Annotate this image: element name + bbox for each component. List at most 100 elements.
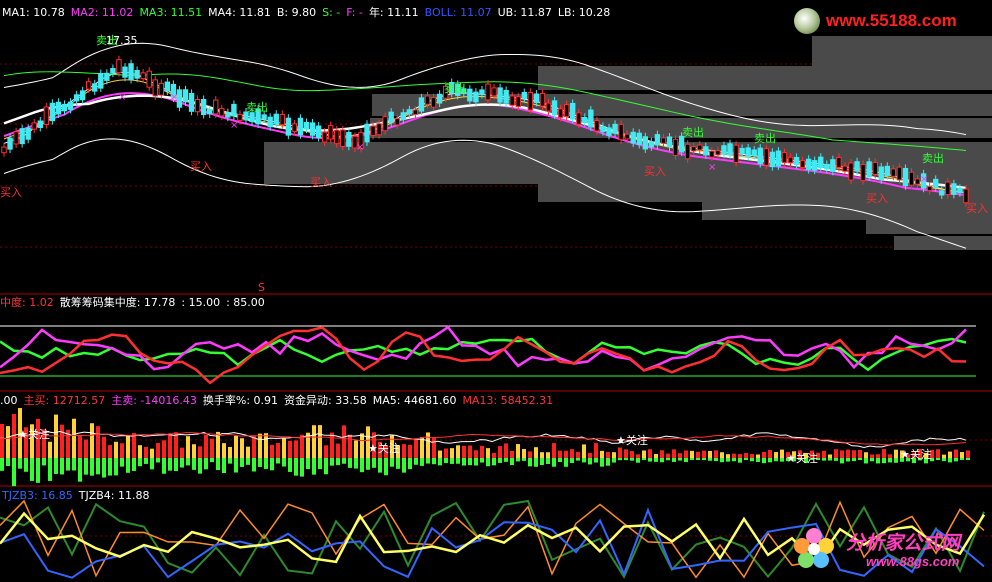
main-sell-bar [186, 458, 190, 466]
main-buy-bar [780, 449, 784, 458]
main-sell-bar [282, 458, 286, 467]
main-buy-bar [768, 450, 772, 458]
candle-body [110, 68, 116, 74]
main-buy-bar [606, 451, 610, 458]
main-sell-bar [582, 458, 586, 463]
candle-body [933, 178, 939, 188]
candle-body [812, 160, 818, 171]
buy-signal-label: 买入 [0, 186, 22, 199]
main-sell-bar [546, 458, 550, 465]
candle-body [793, 156, 800, 166]
main-buy-bar [636, 454, 640, 458]
main-sell-bar [570, 458, 574, 464]
main-sell-bar [402, 458, 406, 473]
main-buy-bar [360, 433, 364, 458]
main-sell-bar [696, 458, 700, 460]
main-buy-bar [576, 451, 580, 458]
candle-body [684, 143, 691, 160]
main-sell-bar [42, 458, 46, 466]
main-sell-bar [324, 458, 328, 475]
main-buy-bar [180, 447, 184, 458]
main-sell-bar [198, 458, 202, 474]
volume-profile-bar [264, 142, 992, 164]
main-sell-bar [222, 458, 226, 473]
main-buy-bar [474, 450, 478, 458]
candle-body [231, 103, 237, 117]
main-sell-bar [450, 458, 454, 464]
candle-body [303, 121, 310, 130]
main-sell-bar [138, 458, 142, 467]
main-buy-bar [432, 437, 436, 458]
stock-chart-canvas[interactable]: 卖出卖出卖出卖出 卖出卖出买入买入买入买入买入买入17.35S× ××××× ★关注… [0, 0, 992, 582]
main-sell-bar [882, 458, 886, 464]
main-sell-bar [246, 458, 250, 465]
main-sell-bar [474, 458, 478, 466]
main-sell-bar [888, 458, 892, 463]
candle-body [624, 133, 630, 140]
candle-body [727, 143, 733, 156]
main-buy-bar [522, 448, 526, 458]
candle-body [334, 129, 340, 145]
candle-body [884, 165, 890, 177]
candle-body [388, 111, 394, 124]
main-sell-bar [270, 458, 274, 471]
focus-label: ★关注 [616, 433, 648, 447]
focus-label: ★关注 [786, 451, 818, 465]
focus-label: ★关注 [900, 447, 932, 461]
main-buy-bar [714, 450, 718, 458]
candle-body [672, 138, 679, 157]
main-buy-bar [510, 450, 514, 458]
candle-body [424, 95, 431, 105]
main-buy-bar [186, 436, 190, 458]
main-sell-bar [66, 458, 70, 471]
candle-body [618, 123, 624, 141]
main-buy-bar [324, 445, 328, 458]
main-sell-bar [300, 458, 304, 477]
main-sell-bar [744, 458, 748, 460]
main-sell-bar [666, 458, 670, 461]
main-sell-bar [534, 458, 538, 467]
main-buy-bar [678, 453, 682, 458]
main-sell-bar [834, 458, 838, 461]
main-sell-bar [288, 458, 292, 472]
main-buy-bar [102, 436, 106, 458]
candle-body [207, 108, 213, 115]
candle-body [533, 93, 540, 103]
main-buy-bar [108, 444, 112, 458]
buy-signal-label: 买入 [866, 192, 888, 205]
candle-body [194, 99, 201, 113]
main-buy-bar [708, 450, 712, 458]
main-sell-bar [372, 458, 376, 468]
candle-body [963, 188, 969, 204]
main-buy-bar [834, 449, 838, 458]
main-buy-bar [456, 445, 460, 458]
main-sell-bar [840, 458, 844, 464]
candle-body [13, 131, 19, 145]
main-sell-bar [396, 458, 400, 469]
main-sell-bar [360, 458, 364, 473]
main-buy-bar [600, 450, 604, 458]
main-buy-bar [822, 450, 826, 458]
candle-body [739, 147, 745, 155]
main-buy-bar [774, 452, 778, 458]
main-sell-bar [240, 458, 244, 467]
candle-body [7, 137, 13, 150]
main-sell-bar [612, 458, 616, 463]
main-sell-bar [462, 458, 466, 466]
main-sell-bar [168, 458, 172, 471]
main-buy-bar [90, 423, 94, 458]
main-sell-bar [948, 458, 952, 463]
candle-body [376, 123, 382, 136]
main-buy-bar [276, 442, 280, 458]
main-buy-bar [840, 450, 844, 458]
main-buy-bar [282, 438, 286, 458]
main-buy-bar [300, 434, 304, 458]
main-buy-bar [462, 445, 466, 458]
main-sell-bar [492, 458, 496, 466]
watermark-55188: www.55188.com [792, 6, 992, 36]
main-buy-bar [954, 449, 958, 458]
main-buy-bar [444, 448, 448, 458]
main-sell-bar [516, 458, 520, 462]
concentration-line [0, 326, 967, 385]
main-sell-bar [78, 458, 82, 482]
